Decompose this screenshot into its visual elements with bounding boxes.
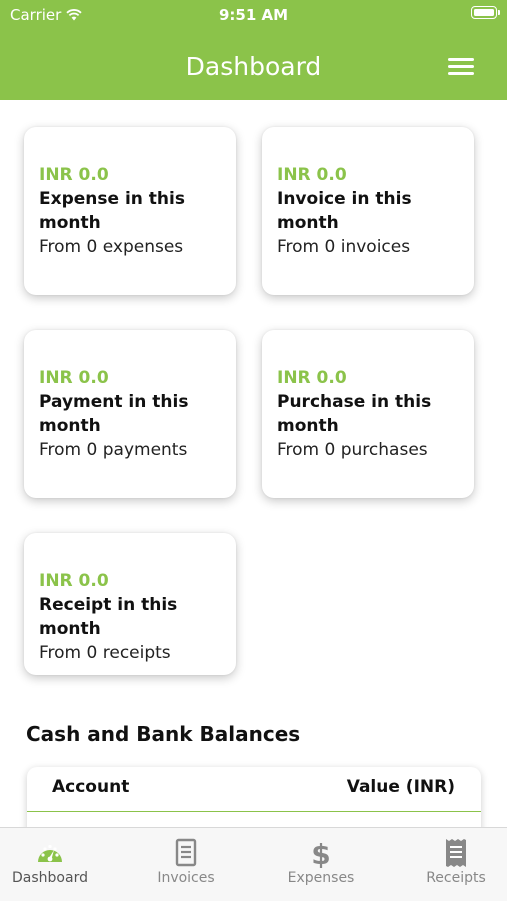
balances-section-title: Cash and Bank Balances: [26, 722, 301, 746]
card-subtitle: From 0 expenses: [39, 237, 184, 257]
bottom-tab-bar: Dashboard Invoices $ Expenses Receipts: [0, 827, 507, 901]
column-header-value: Value (INR): [346, 777, 455, 797]
payment-card[interactable]: INR 0.0 Payment in this month From 0 pay…: [24, 330, 236, 498]
tab-receipts[interactable]: Receipts: [393, 828, 507, 901]
page-title: Dashboard: [185, 52, 322, 81]
card-label: Receipt in this month: [39, 595, 178, 639]
tab-label: Expenses: [287, 870, 355, 886]
header-bar: Carrier 9:51 AM Dashboard: [0, 0, 507, 100]
card-amount: INR 0.0: [277, 165, 347, 185]
tab-label: Receipts: [426, 870, 486, 886]
card-subtitle: From 0 invoices: [277, 237, 411, 257]
svg-text:$: $: [311, 838, 330, 868]
invoice-card[interactable]: INR 0.0 Invoice in this month From 0 inv…: [262, 127, 474, 295]
card-label: Expense in this month: [39, 189, 185, 233]
hamburger-menu-icon[interactable]: [448, 58, 474, 80]
table-header-row: Account Value (INR): [27, 767, 481, 812]
card-subtitle: From 0 payments: [39, 440, 188, 460]
card-amount: INR 0.0: [39, 571, 109, 591]
tab-expenses[interactable]: $ Expenses: [258, 828, 384, 901]
status-time: 9:51 AM: [218, 6, 289, 24]
card-amount: INR 0.0: [39, 368, 109, 388]
purchase-card[interactable]: INR 0.0 Purchase in this month From 0 pu…: [262, 330, 474, 498]
dollar-icon: $: [311, 838, 330, 868]
tab-label: Dashboard: [12, 870, 88, 886]
card-label: Purchase in this month: [277, 392, 432, 436]
tab-label: Invoices: [157, 870, 215, 886]
tab-dashboard[interactable]: Dashboard: [0, 828, 113, 901]
card-subtitle: From 0 purchases: [277, 440, 428, 460]
card-amount: INR 0.0: [39, 165, 109, 185]
tab-invoices[interactable]: Invoices: [123, 828, 249, 901]
card-subtitle: From 0 receipts: [39, 643, 171, 663]
column-header-account: Account: [52, 777, 130, 797]
status-bar: Carrier 9:51 AM: [0, 0, 507, 28]
card-amount: INR 0.0: [277, 368, 347, 388]
card-label: Payment in this month: [39, 392, 189, 436]
speedometer-icon: [38, 844, 62, 862]
card-label: Invoice in this month: [277, 189, 412, 233]
document-icon: [175, 838, 197, 867]
receipt-card[interactable]: INR 0.0 Receipt in this month From 0 rec…: [24, 533, 236, 675]
battery-icon: [471, 6, 500, 19]
receipt-icon: [446, 839, 466, 867]
expense-card[interactable]: INR 0.0 Expense in this month From 0 exp…: [24, 127, 236, 295]
